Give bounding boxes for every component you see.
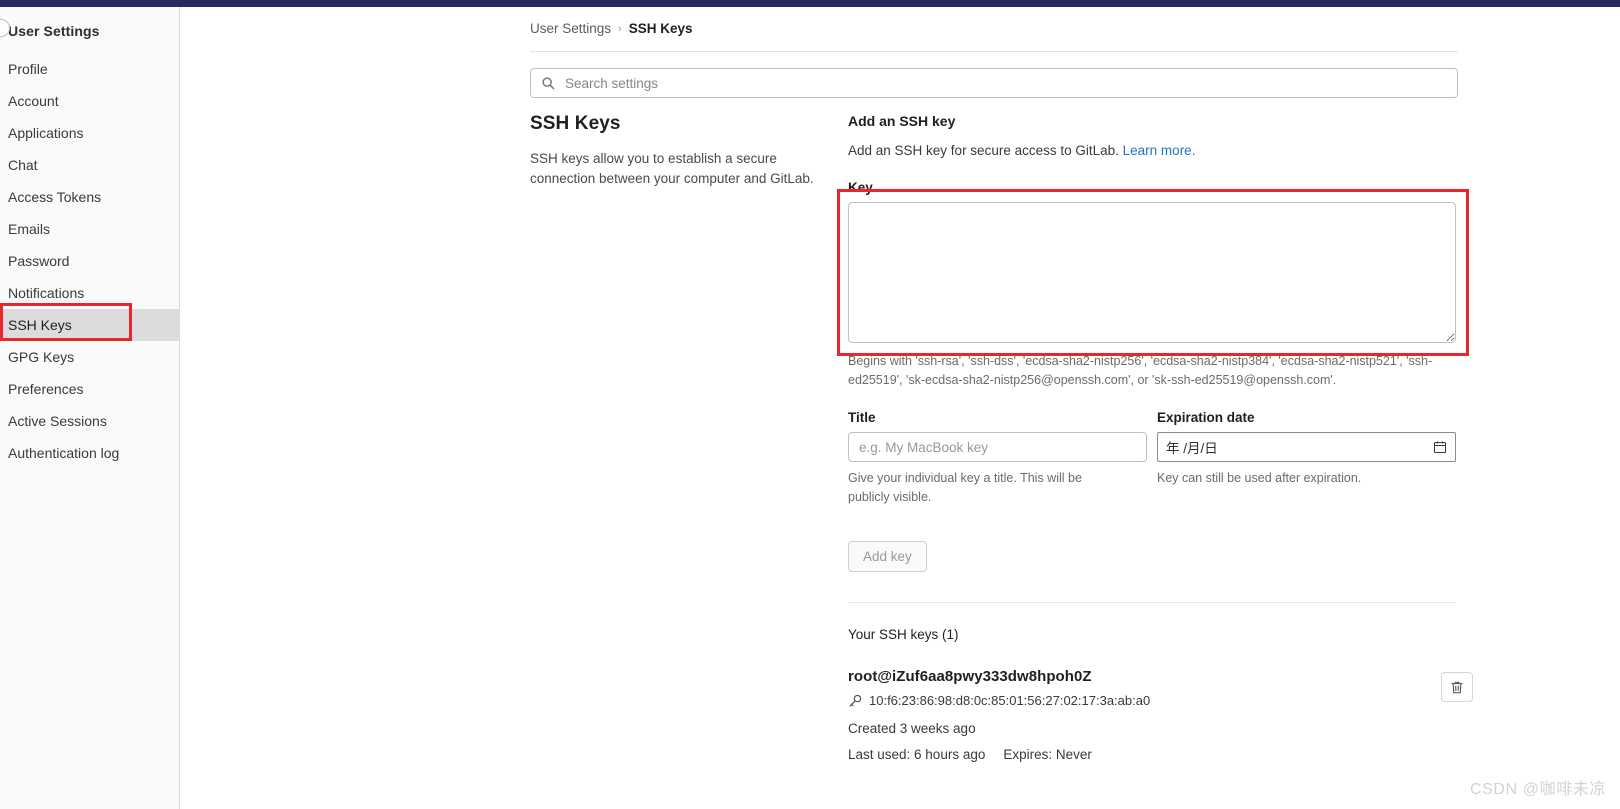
- ssh-key-expires: Expires: Never: [1003, 747, 1092, 763]
- ssh-key-last-used: Last used: 6 hours ago: [848, 747, 986, 763]
- learn-more-link[interactable]: Learn more.: [1123, 143, 1196, 158]
- key-icon: [849, 694, 862, 707]
- add-key-button[interactable]: Add key: [848, 541, 927, 573]
- sidebar-item-profile[interactable]: Profile: [0, 53, 179, 85]
- search-settings-box[interactable]: [530, 68, 1458, 98]
- add-key-section-description: Add an SSH key for secure access to GitL…: [848, 143, 1476, 158]
- search-input[interactable]: [563, 74, 1447, 92]
- chevron-right-icon: ›: [618, 22, 622, 35]
- sidebar-item-gpg-keys[interactable]: GPG Keys: [0, 341, 179, 373]
- ssh-keys-intro: SSH Keys SSH keys allow you to establish…: [530, 113, 820, 202]
- app-root: User Settings Profile Account Applicatio…: [0, 0, 1620, 809]
- expiration-date-input[interactable]: 年 /月/日: [1157, 432, 1456, 463]
- sidebar-item-authentication-log[interactable]: Authentication log: [0, 437, 179, 469]
- breadcrumb: User Settings › SSH Keys: [530, 21, 693, 36]
- breadcrumb-user-settings[interactable]: User Settings: [530, 21, 611, 36]
- trash-icon: [1451, 681, 1463, 694]
- expiration-field-group: Expiration date 年 /月/日 Key can still be …: [1157, 410, 1456, 519]
- breadcrumb-current: SSH Keys: [628, 21, 693, 36]
- watermark: CSDN @咖啡未凉: [1469, 781, 1606, 798]
- calendar-icon[interactable]: [1433, 440, 1447, 454]
- sidebar-item-applications[interactable]: Applications: [0, 117, 179, 149]
- sidebar-item-chat[interactable]: Chat: [0, 149, 179, 181]
- ssh-key-fingerprint-line: 10:f6:23:86:98:d8:0c:85:01:56:27:02:17:3…: [848, 693, 1456, 708]
- title-field-label: Title: [848, 410, 876, 426]
- search-icon: [542, 77, 555, 90]
- sidebar-header: User Settings: [0, 17, 179, 45]
- title-expiration-row: Title Give your individual key a title. …: [848, 410, 1476, 519]
- key-textarea-wrapper: [837, 188, 1476, 356]
- title-helper-text: Give your individual key a title. This w…: [848, 471, 1082, 504]
- ssh-key-usage-row: Last used: 6 hours ago Expires: Never: [848, 747, 1456, 762]
- sidebar-item-preferences[interactable]: Preferences: [0, 373, 179, 405]
- main-content: User Settings › SSH Keys SSH Keys SSH ke…: [180, 7, 1620, 809]
- expiration-helper-text: Key can still be used after expiration.: [1157, 471, 1362, 486]
- sidebar-title: User Settings: [8, 23, 100, 39]
- sidebar-nav: Profile Account Applications Chat Access…: [0, 53, 179, 469]
- sidebar-item-notifications[interactable]: Notifications: [0, 277, 179, 309]
- sidebar-item-emails[interactable]: Emails: [0, 213, 179, 245]
- your-ssh-keys-heading: Your SSH keys (1): [848, 627, 959, 643]
- sidebar-item-access-tokens[interactable]: Access Tokens: [0, 181, 179, 213]
- key-field-label: Key: [848, 179, 873, 195]
- title-field-group: Title Give your individual key a title. …: [848, 410, 1147, 519]
- ssh-key-fingerprint: 10:f6:23:86:98:d8:0c:85:01:56:27:02:17:3…: [869, 693, 1151, 709]
- expiration-field-label: Expiration date: [1157, 410, 1255, 426]
- add-key-description-text: Add an SSH key for secure access to GitL…: [848, 142, 1119, 158]
- add-ssh-key-form: Add an SSH key Add an SSH key for secure…: [837, 113, 1476, 762]
- title-input[interactable]: [848, 432, 1147, 463]
- user-settings-sidebar: User Settings Profile Account Applicatio…: [0, 7, 180, 809]
- delete-ssh-key-button[interactable]: [1441, 672, 1473, 703]
- sidebar-item-password[interactable]: Password: [0, 245, 179, 277]
- sidebar-item-account[interactable]: Account: [0, 85, 179, 117]
- key-helper-text: Begins with 'ssh-rsa', 'ssh-dss', 'ecdsa…: [848, 353, 1433, 387]
- key-textarea[interactable]: [848, 201, 1456, 343]
- ssh-key-list-item: root@iZuf6aa8pwy333dw8hpoh0Z 10:f6:23:86…: [848, 668, 1473, 762]
- sidebar-item-active-sessions[interactable]: Active Sessions: [0, 405, 179, 437]
- form-list-divider: [848, 602, 1456, 604]
- add-key-section-title: Add an SSH key: [848, 113, 956, 129]
- page-title: SSH Keys: [530, 113, 621, 134]
- top-navbar: [0, 0, 1620, 7]
- sidebar-item-ssh-keys[interactable]: SSH Keys: [0, 309, 179, 341]
- ssh-key-created: Created 3 weeks ago: [848, 721, 976, 737]
- expiration-date-placeholder: 年 /月/日: [1166, 441, 1218, 457]
- ssh-key-title: root@iZuf6aa8pwy333dw8hpoh0Z: [848, 668, 1092, 686]
- header-divider: [530, 51, 1458, 52]
- page-description: SSH keys allow you to establish a secure…: [530, 151, 814, 186]
